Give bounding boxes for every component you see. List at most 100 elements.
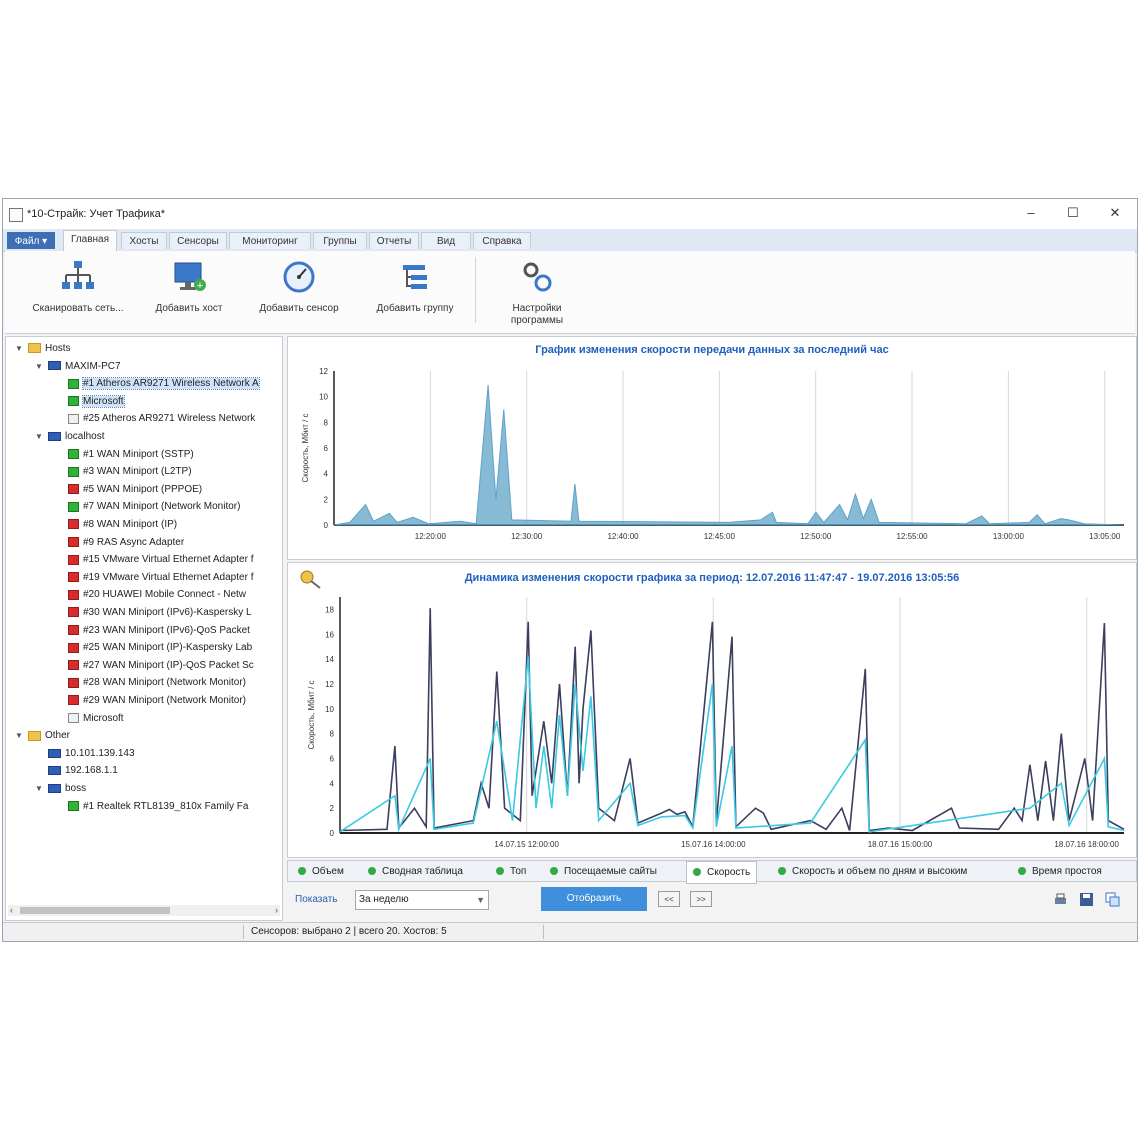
title-bar: *10-Страйк: Учет Трафика* – ☐ ✕ bbox=[3, 199, 1137, 230]
tree-item[interactable]: ▼ boss bbox=[35, 780, 87, 797]
tree-item[interactable]: #30 WAN Miniport (IPv6)-Kaspersky L bbox=[68, 604, 252, 621]
tab-sensors[interactable]: Сенсоры bbox=[169, 232, 227, 249]
scan-network-button[interactable]: Сканировать сеть... bbox=[19, 257, 137, 315]
program-settings-button[interactable]: Настройки программы bbox=[489, 257, 585, 327]
tab-downtime[interactable]: Время простоя bbox=[1018, 863, 1102, 880]
tree-horizontal-scrollbar[interactable]: ‹ › bbox=[8, 905, 280, 916]
tree-item-label: boss bbox=[65, 783, 87, 794]
tab-volume[interactable]: Объем bbox=[298, 863, 344, 880]
y-axis-label: Скорость, Мбит / с bbox=[301, 413, 310, 482]
expand-icon[interactable]: ▼ bbox=[34, 358, 44, 375]
sensor-ok-icon bbox=[68, 396, 79, 407]
expand-icon[interactable]: ▼ bbox=[14, 340, 24, 357]
print-icon[interactable] bbox=[1053, 892, 1068, 907]
tree-item[interactable]: Microsoft bbox=[68, 393, 125, 410]
tab-monitoring[interactable]: Мониторинг bbox=[229, 232, 311, 249]
tree-item[interactable]: #8 WAN Miniport (IP) bbox=[68, 516, 177, 533]
app-icon bbox=[9, 208, 23, 222]
tree-item[interactable]: ▼ Other bbox=[15, 727, 70, 744]
period-select[interactable]: За неделю ▼ bbox=[355, 890, 489, 910]
minimize-button[interactable]: – bbox=[1019, 204, 1043, 222]
tree-item-label: localhost bbox=[65, 431, 105, 442]
tree-item[interactable]: #23 WAN Miniport (IPv6)-QoS Packet bbox=[68, 622, 250, 639]
tab-top[interactable]: Топ bbox=[496, 863, 526, 880]
tree-item[interactable]: #1 WAN Miniport (SSTP) bbox=[68, 446, 194, 463]
expand-icon[interactable]: ▼ bbox=[14, 727, 24, 744]
tree-item-label: #15 VMware Virtual Ethernet Adapter f bbox=[83, 554, 254, 566]
tree-item[interactable]: ▼ MAXIM-PC7 bbox=[35, 358, 121, 375]
tab-view[interactable]: Вид bbox=[421, 232, 471, 249]
tab-speed-volume-by-days[interactable]: Скорость и объем по дням и высоким bbox=[778, 863, 967, 880]
add-sensor-button[interactable]: Добавить сенсор bbox=[243, 257, 355, 315]
period-value: За неделю bbox=[359, 894, 409, 905]
settings-label-line1: Настройки bbox=[512, 303, 562, 314]
tab-file[interactable]: Файл ▾ bbox=[7, 232, 55, 249]
expand-icon[interactable]: ▼ bbox=[34, 780, 44, 797]
network-scan-icon bbox=[62, 261, 94, 289]
close-button[interactable]: ✕ bbox=[1103, 204, 1127, 222]
prev-period-button[interactable]: << bbox=[658, 891, 680, 907]
tab-hosts[interactable]: Хосты bbox=[121, 232, 167, 249]
show-button[interactable]: Отобразить bbox=[541, 887, 647, 911]
y-tick-label: 10 bbox=[325, 705, 334, 714]
tree-item-label: 192.168.1.1 bbox=[65, 765, 118, 777]
tree-item[interactable]: #15 VMware Virtual Ethernet Adapter f bbox=[68, 551, 253, 568]
host-icon bbox=[48, 748, 61, 758]
sensor-ok-icon bbox=[68, 800, 79, 811]
tree-item[interactable]: Microsoft bbox=[68, 710, 124, 727]
tab-downtime-label: Время простоя bbox=[1032, 866, 1102, 877]
tree-item[interactable]: 10.101.139.143 bbox=[48, 745, 135, 762]
tree-item[interactable]: ▼ Hosts bbox=[15, 340, 71, 357]
tree-item[interactable]: #25 WAN Miniport (IP)-Kaspersky Lab bbox=[68, 639, 252, 656]
tree-item[interactable]: #7 WAN Miniport (Network Monitor) bbox=[68, 498, 240, 515]
y-tick-label: 16 bbox=[325, 630, 334, 639]
tree-item[interactable]: #1 Atheros AR9271 Wireless Network A bbox=[68, 375, 260, 392]
tree-item[interactable]: #19 VMware Virtual Ethernet Adapter f bbox=[68, 569, 253, 586]
tree-item[interactable]: 192.168.1.1 bbox=[48, 762, 118, 779]
tree-item[interactable]: #1 Realtek RTL8139_810x Family Fa bbox=[68, 798, 248, 815]
folder-icon bbox=[28, 730, 41, 741]
tab-help[interactable]: Справка bbox=[473, 232, 531, 249]
chevron-down-icon: ▼ bbox=[476, 895, 485, 905]
folder-icon bbox=[28, 343, 41, 354]
maximize-button[interactable]: ☐ bbox=[1061, 204, 1085, 222]
scrollbar-thumb[interactable] bbox=[20, 907, 170, 914]
tab-speed-label: Скорость bbox=[707, 867, 751, 878]
tree-item[interactable]: #28 WAN Miniport (Network Monitor) bbox=[68, 674, 246, 691]
add-host-button[interactable]: + Добавить хост bbox=[139, 257, 239, 315]
tab-dot-icon bbox=[298, 867, 306, 876]
tree-item[interactable]: #27 WAN Miniport (IP)-QoS Packet Sc bbox=[68, 657, 254, 674]
tree-item[interactable]: #20 HUAWEI Mobile Connect - Netw bbox=[68, 586, 246, 603]
tree-item[interactable]: #3 WAN Miniport (L2TP) bbox=[68, 463, 192, 480]
x-tick-label: 18.07.16 18:00:00 bbox=[1054, 840, 1119, 849]
tree-item[interactable]: #5 WAN Miniport (PPPOE) bbox=[68, 481, 202, 498]
tree-item[interactable]: #25 Atheros AR9271 Wireless Network bbox=[68, 410, 255, 427]
last-hour-chart: 12:20:00 12:30:00 12:40:00 12:45:00 12:50:00… bbox=[301, 367, 1125, 541]
tree-item[interactable]: #9 RAS Async Adapter bbox=[68, 534, 184, 551]
y-tick-label: 6 bbox=[330, 754, 335, 763]
hosts-tree[interactable]: ▼ Hosts ▼ MAXIM-PC7 #1 Atheros AR9271 Wirele… bbox=[5, 336, 283, 921]
tab-groups[interactable]: Группы bbox=[313, 232, 367, 249]
tree-item-label: #9 RAS Async Adapter bbox=[83, 536, 185, 548]
tree-item[interactable]: ▼ localhost bbox=[35, 428, 105, 445]
y-tick-label: 0 bbox=[330, 829, 335, 838]
tab-summary-table[interactable]: Сводная таблица bbox=[368, 863, 463, 880]
ribbon-tab-bar: Файл ▾ Главная Хосты Сенсоры Мониторинг … bbox=[3, 229, 1137, 252]
scroll-left-icon[interactable]: ‹ bbox=[10, 905, 13, 916]
save-icon[interactable] bbox=[1079, 892, 1094, 907]
tab-visited-sites[interactable]: Посещаемые сайты bbox=[550, 863, 657, 880]
scroll-right-icon[interactable]: › bbox=[275, 905, 278, 916]
tree-item[interactable]: #29 WAN Miniport (Network Monitor) bbox=[68, 692, 246, 709]
y-tick-label: 2 bbox=[330, 804, 335, 813]
next-period-button[interactable]: >> bbox=[690, 891, 712, 907]
sensor-error-icon bbox=[68, 642, 79, 653]
tree-item-label: #1 Realtek RTL8139_810x Family Fa bbox=[83, 800, 249, 812]
tab-home[interactable]: Главная bbox=[63, 230, 117, 251]
tab-reports[interactable]: Отчеты bbox=[369, 232, 419, 249]
tree-item-label: #23 WAN Miniport (IPv6)-QoS Packet bbox=[83, 624, 250, 636]
expand-icon[interactable]: ▼ bbox=[34, 428, 44, 445]
add-group-button[interactable]: Добавить группу bbox=[359, 257, 471, 315]
copy-icon[interactable] bbox=[1105, 892, 1120, 907]
x-tick-label: 12:45:00 bbox=[704, 532, 736, 541]
tab-speed[interactable]: Скорость bbox=[686, 861, 758, 884]
